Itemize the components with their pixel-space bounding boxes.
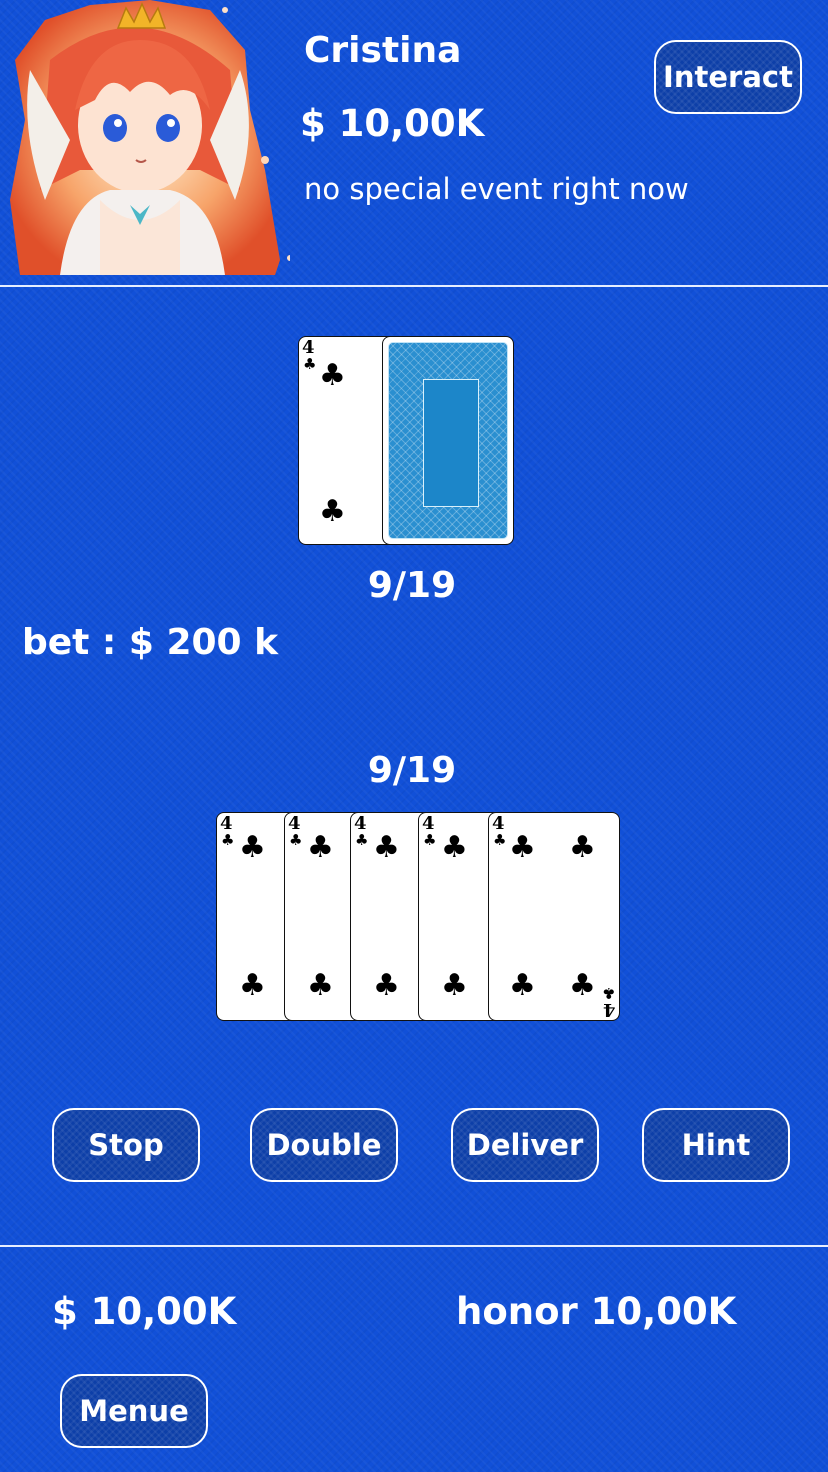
header-divider: [0, 285, 828, 287]
club-icon: ♣: [239, 968, 266, 1003]
opponent-money: $ 10,00K: [300, 102, 485, 145]
club-icon: ♣: [493, 831, 507, 849]
club-icon: ♣: [303, 355, 317, 373]
club-icon: ♣: [307, 968, 334, 1003]
stop-button[interactable]: Stop: [52, 1108, 200, 1182]
player-honor: honor 10,00K: [456, 1290, 737, 1333]
dealer-hand: 4 ♣ ♣ ♣: [298, 336, 518, 548]
card-back-panel: [423, 379, 479, 507]
double-button[interactable]: Double: [250, 1108, 398, 1182]
club-icon: ♣: [423, 831, 437, 849]
card-rank: 4: [603, 999, 616, 1020]
club-icon: ♣: [569, 968, 596, 1003]
club-icon: ♣: [441, 830, 468, 865]
player-money: $ 10,00K: [52, 1290, 237, 1333]
club-icon: ♣: [373, 830, 400, 865]
club-icon: ♣: [373, 968, 400, 1003]
club-icon: ♣: [569, 830, 596, 865]
club-icon: ♣: [319, 494, 346, 529]
club-icon: ♣: [441, 968, 468, 1003]
club-icon: ♣: [601, 984, 615, 1002]
club-icon: ♣: [289, 831, 303, 849]
opponent-status: no special event right now: [304, 172, 689, 206]
bet-amount: bet : $ 200 k: [22, 622, 279, 663]
club-icon: ♣: [509, 968, 536, 1003]
club-icon: ♣: [239, 830, 266, 865]
club-icon: ♣: [509, 830, 536, 865]
opponent-avatar: [10, 0, 290, 275]
hint-button[interactable]: Hint: [642, 1108, 790, 1182]
club-icon: ♣: [319, 358, 346, 393]
card-back: [382, 336, 514, 545]
card-back-pattern: [388, 342, 508, 539]
opponent-name: Cristina: [304, 30, 462, 71]
menu-button[interactable]: Menue: [60, 1374, 208, 1448]
club-icon: ♣: [221, 831, 235, 849]
player-score: 9/19: [367, 750, 457, 791]
club-icon: ♣: [307, 830, 334, 865]
playing-card: 4 ♣ ♣ ♣ ♣ ♣ 4 ♣: [488, 812, 620, 1021]
deliver-button[interactable]: Deliver: [451, 1108, 599, 1182]
interact-button[interactable]: Interact: [654, 40, 802, 114]
player-hand: 4 ♣ ♣ ♣ 4 ♣ ♣ ♣ 4 ♣ ♣ ♣ 4 ♣ ♣ ♣ 4 ♣ ♣ ♣ …: [216, 812, 626, 1024]
club-icon: ♣: [355, 831, 369, 849]
dealer-score: 9/19: [367, 565, 457, 606]
footer-divider: [0, 1245, 828, 1247]
